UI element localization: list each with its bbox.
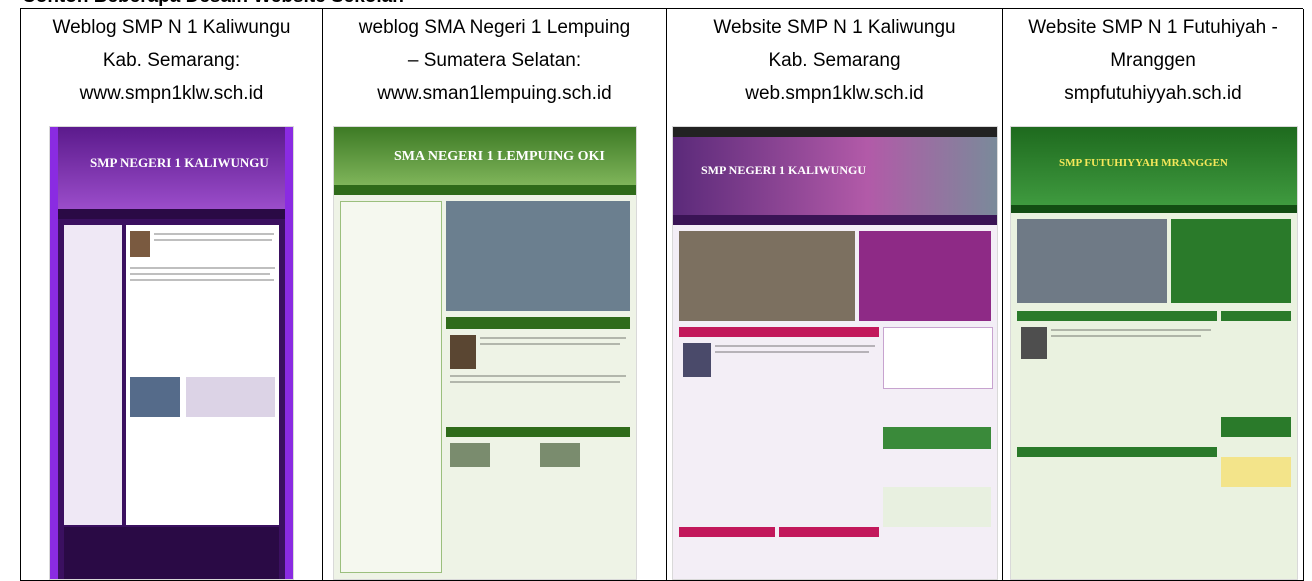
caption-line: Weblog SMP N 1 Kaliwungu (52, 17, 291, 38)
website-screenshot-2: SMA NEGERI 1 LEMPUING OKI (334, 127, 636, 579)
caption-line: – Sumatera Selatan: (407, 50, 582, 71)
example-caption-3: Website SMP N 1 Kaliwungu Kab. Semarang … (667, 9, 1002, 110)
example-caption-2: weblog SMA Negeri 1 Lempuing – Sumatera … (323, 9, 666, 110)
website-examples-table: Weblog SMP N 1 Kaliwungu Kab. Semarang: … (20, 8, 1304, 581)
caption-line: Kab. Semarang (768, 50, 901, 71)
caption-line: weblog SMA Negeri 1 Lempuing (358, 17, 631, 38)
example-cell-1: Weblog SMP N 1 Kaliwungu Kab. Semarang: … (21, 9, 323, 581)
example-cell-3: Website SMP N 1 Kaliwungu Kab. Semarang … (667, 9, 1003, 581)
caption-line: www.sman1lempuing.sch.id (377, 83, 612, 104)
example-caption-4: Website SMP N 1 Futuhiyah - Mranggen smp… (1003, 9, 1303, 110)
screenshot-banner: SMA NEGERI 1 LEMPUING OKI (394, 149, 605, 164)
screenshot-banner: SMP FUTUHIYYAH MRANGGEN (1059, 157, 1228, 169)
website-screenshot-1: SMP NEGERI 1 KALIWUNGU (50, 127, 293, 579)
section-heading: Contoh Beberapa Desain Website Sekolah (22, 0, 404, 8)
website-screenshot-4: SMP FUTUHIYYAH MRANGGEN (1011, 127, 1297, 579)
example-caption-1: Weblog SMP N 1 Kaliwungu Kab. Semarang: … (21, 9, 322, 110)
caption-line: Kab. Semarang: (102, 50, 241, 71)
caption-line: Website SMP N 1 Futuhiyah - (1028, 17, 1278, 38)
caption-line: Mranggen (1110, 50, 1196, 71)
caption-line: web.smpn1klw.sch.id (745, 83, 924, 104)
caption-line: Website SMP N 1 Kaliwungu (713, 17, 956, 38)
screenshot-banner: SMP NEGERI 1 KALIWUNGU (701, 163, 867, 177)
screenshot-banner: SMP NEGERI 1 KALIWUNGU (90, 155, 269, 170)
caption-line: smpfutuhiyyah.sch.id (1064, 83, 1242, 104)
example-cell-4: Website SMP N 1 Futuhiyah - Mranggen smp… (1003, 9, 1304, 581)
caption-line: www.smpn1klw.sch.id (79, 83, 264, 104)
example-cell-2: weblog SMA Negeri 1 Lempuing – Sumatera … (323, 9, 667, 581)
website-screenshot-3: SMP NEGERI 1 KALIWUNGU (673, 127, 997, 579)
